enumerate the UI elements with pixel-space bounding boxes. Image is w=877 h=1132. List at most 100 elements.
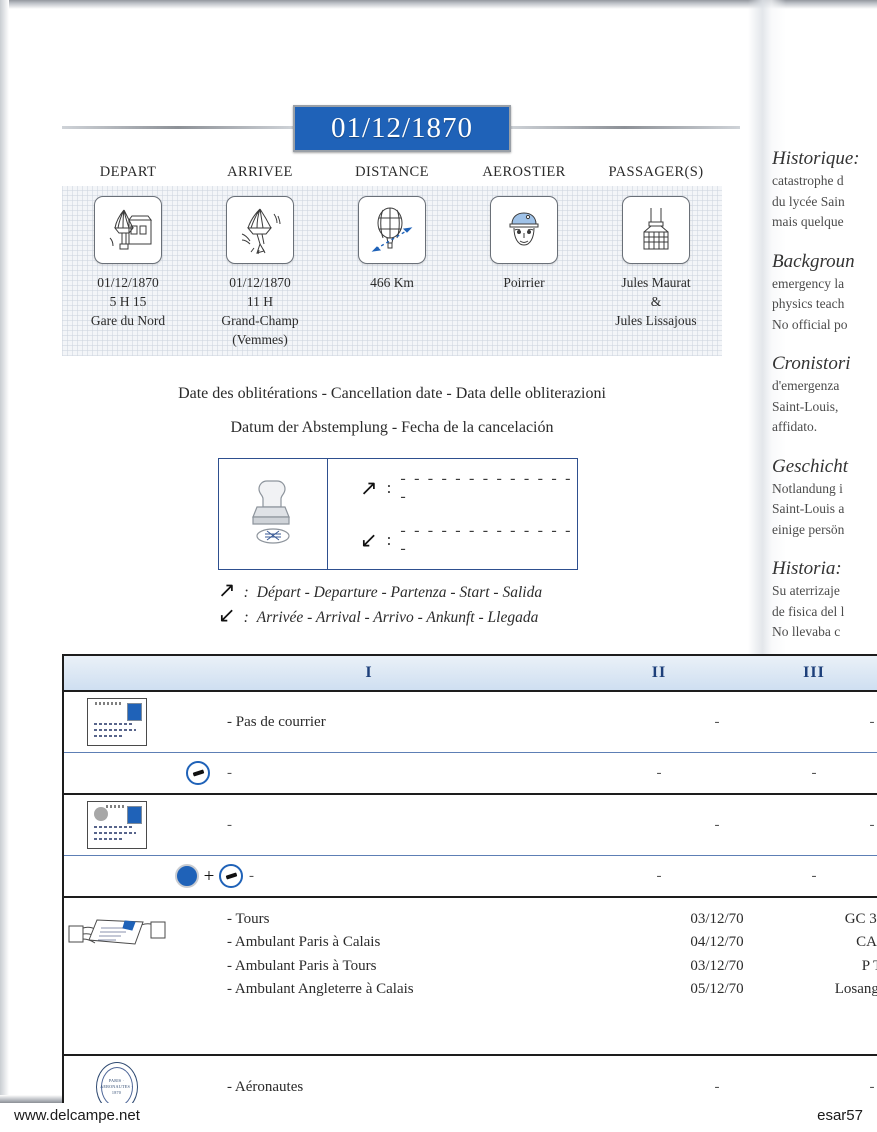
address-line <box>93 826 134 828</box>
cell-column-i-text: - <box>227 764 232 781</box>
envelope-with-cancel-icon <box>64 795 169 855</box>
depart-place: Gare du Nord <box>90 313 166 329</box>
note-line: physics teach <box>772 296 845 312</box>
blue-ring-icon <box>186 761 210 785</box>
legend-row-departure: ↗ : Départ - Departure - Partenza - Star… <box>218 580 638 605</box>
note-line: No official po <box>772 316 848 332</box>
note-line: einige persön <box>772 521 845 537</box>
aeronaut-name: Poirrier <box>503 275 545 290</box>
cancellation-mark-icon <box>93 807 108 821</box>
title-rule-right <box>508 126 740 129</box>
info-cell-aerostier: Poirrier <box>458 186 590 356</box>
marking-line: CAD <box>856 934 877 951</box>
info-text-passagers: Jules Maurat & Jules Lissajous <box>615 273 696 330</box>
title-rule-left <box>62 126 294 129</box>
flight-date-text: 01/12/1870 <box>330 112 474 144</box>
passenger-separator: & <box>650 294 662 310</box>
table-header-iii: III <box>803 664 825 681</box>
info-label-arrivee: ARRIVEE <box>227 164 293 180</box>
cell-column-ii: - <box>714 1078 720 1095</box>
cell-column-i: + - <box>169 864 569 888</box>
balloon-landing-icon <box>226 196 294 264</box>
legend-colon-arrival: : <box>243 609 249 627</box>
note-heading: Backgroun <box>772 250 855 272</box>
arrow-legend: ↗ : Départ - Departure - Partenza - Star… <box>218 580 638 630</box>
symbol-group: + <box>169 864 249 888</box>
cell-column-i: - Aéronautes <box>227 1078 304 1095</box>
address-line <box>93 723 134 725</box>
arrival-stamp-fill-row[interactable]: ↙ : - - - - - - - - - - - - - - <box>360 522 577 558</box>
marking-line: GC 3997 <box>844 911 877 927</box>
legend-text-arrival: Arrivée - Arrival - Arrivo - Ankunft - L… <box>256 609 539 627</box>
note-heading: Geschicht <box>772 455 848 477</box>
info-label-row: DEPART ARRIVEE DISTANCE AEROSTIER PASSAG… <box>62 164 722 181</box>
envelope-graphic <box>86 698 147 746</box>
historical-notes-column: Historique: catastrophe d du lycée Sain … <box>772 148 877 661</box>
departure-stamp-fill-row[interactable]: ↗ : - - - - - - - - - - - - - - <box>360 470 577 506</box>
passenger-2: Jules Lissajous <box>615 313 697 329</box>
mail-records-table: I II III - Pas de courrier - - - - - - -… <box>62 654 877 1120</box>
cell-column-ii: - <box>714 713 720 730</box>
route-line: - Ambulant Angleterre à Calais <box>227 980 414 997</box>
cell-column-iii: - <box>869 816 875 833</box>
marking-line: P T <box>861 957 877 974</box>
note-block-historique: Historique: catastrophe d du lycée Sain … <box>772 148 877 233</box>
postage-stamp-icon <box>126 806 142 824</box>
cell-column-iii: GC 3997 CAD P T Losange AC <box>807 908 877 1001</box>
info-cell-passagers: Jules Maurat & Jules Lissajous <box>590 186 722 356</box>
table-header-row: I II III <box>64 656 877 692</box>
address-line <box>93 735 124 737</box>
arrival-colon: : <box>386 530 392 549</box>
cell-column-iii: - <box>811 867 817 884</box>
arrival-arrow-icon: ↙ <box>218 603 236 628</box>
distance-value: 466 Km <box>370 275 414 290</box>
note-line: Saint-Louis, <box>772 398 839 414</box>
flight-date-banner: 01/12/1870 <box>293 105 511 152</box>
table-group-no-mail: - Pas de courrier - - - - - <box>64 692 877 795</box>
envelope-ink-mark <box>105 805 124 808</box>
address-line <box>93 838 124 840</box>
balloon-basket-icon <box>622 196 690 264</box>
table-header-i: I <box>365 664 373 681</box>
note-heading: Cronistori <box>772 353 851 375</box>
table-row: + - - - <box>64 855 877 896</box>
note-heading: Historique: <box>772 148 860 169</box>
note-line: d'emergenza <box>772 378 840 394</box>
route-line: - Ambulant Paris à Tours <box>227 957 377 974</box>
cancellation-fill-rows: ↗ : - - - - - - - - - - - - - - ↙ : - - … <box>328 459 577 569</box>
cell-column-i: - Tours - Ambulant Paris à Calais - Ambu… <box>169 908 627 1001</box>
hands-exchanging-letter-icon <box>64 908 169 964</box>
note-line: mais quelque <box>772 214 844 230</box>
legend-text-departure: Départ - Departure - Partenza - Start - … <box>256 584 543 601</box>
blue-ring-icon <box>219 864 244 888</box>
info-label-aerostier: AEROSTIER <box>482 164 566 180</box>
balloon-departure-icon <box>94 196 162 264</box>
info-label-passagers: PASSAGER(S) <box>608 164 704 180</box>
watermark-seller-id: esar57 <box>817 1107 863 1124</box>
note-block-historia: Historia: Su aterrizaje de fisica del l … <box>772 558 877 643</box>
note-line: emergency la <box>772 275 845 291</box>
info-text-distance: 466 Km <box>370 273 414 292</box>
departure-arrow-icon: ↗ <box>360 475 378 500</box>
departure-arrow-icon: ↗ <box>218 578 236 602</box>
info-text-arrivee: 01/12/1870 11 H Grand-Champ (Vemmes) <box>221 273 298 350</box>
info-text-depart: 01/12/1870 5 H 15 Gare du Nord <box>91 273 165 330</box>
note-block-cronistoria: Cronistori d'emergenza Saint-Louis, affi… <box>772 353 877 438</box>
scan-edge-top <box>0 0 877 9</box>
note-line: du lycée Sain <box>772 193 845 209</box>
note-block-geschichte: Geschicht Notlandung i Saint-Louis a ein… <box>772 456 877 541</box>
route-line: - Tours <box>227 911 270 927</box>
table-row: - - - <box>64 795 877 855</box>
info-label-distance: DISTANCE <box>355 164 429 180</box>
cancellation-heading-line2: Datum der Abstemplung - Fecha de la canc… <box>230 419 554 436</box>
departure-colon: : <box>386 478 392 497</box>
address-line <box>93 832 136 834</box>
cell-column-i: - <box>227 816 232 833</box>
info-cell-distance: 466 Km <box>326 186 458 356</box>
cell-column-ii: - <box>656 764 662 781</box>
note-block-background: Backgroun emergency la physics teach No … <box>772 251 877 336</box>
note-heading: Historia: <box>772 558 842 580</box>
route-line: - Ambulant Paris à Calais <box>227 934 381 951</box>
note-line: de fisica del l <box>772 603 845 619</box>
plus-icon: + <box>203 865 215 887</box>
